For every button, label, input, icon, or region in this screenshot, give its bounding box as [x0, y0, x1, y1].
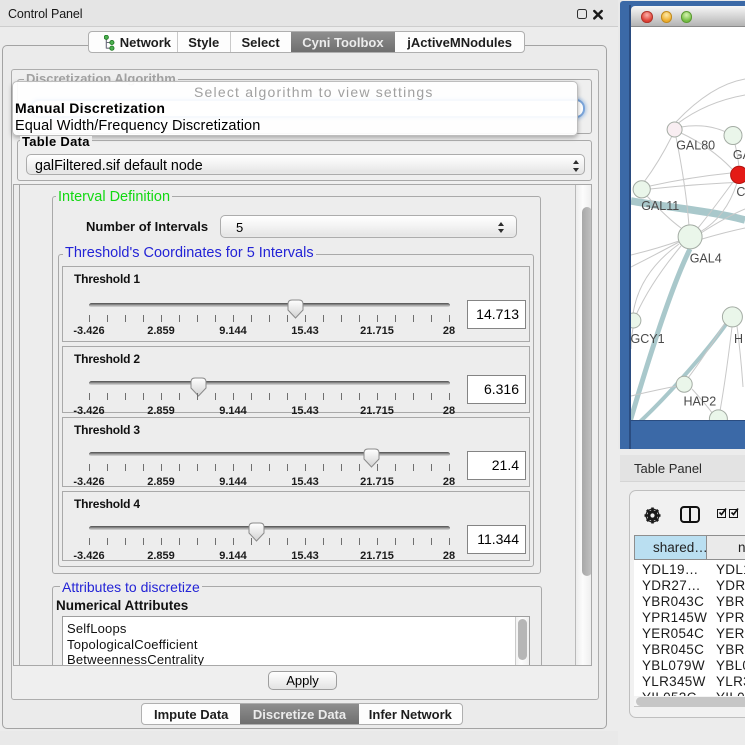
svg-text:GA: GA: [733, 148, 745, 162]
svg-text:C: C: [736, 185, 745, 199]
svg-text:GCY1: GCY1: [631, 332, 665, 346]
svg-text:HAP2: HAP2: [684, 395, 717, 409]
svg-text:GAL4: GAL4: [690, 251, 722, 265]
svg-text:GAL80: GAL80: [676, 138, 715, 152]
svg-text:H: H: [734, 332, 743, 346]
svg-text:GAL11: GAL11: [641, 199, 679, 213]
